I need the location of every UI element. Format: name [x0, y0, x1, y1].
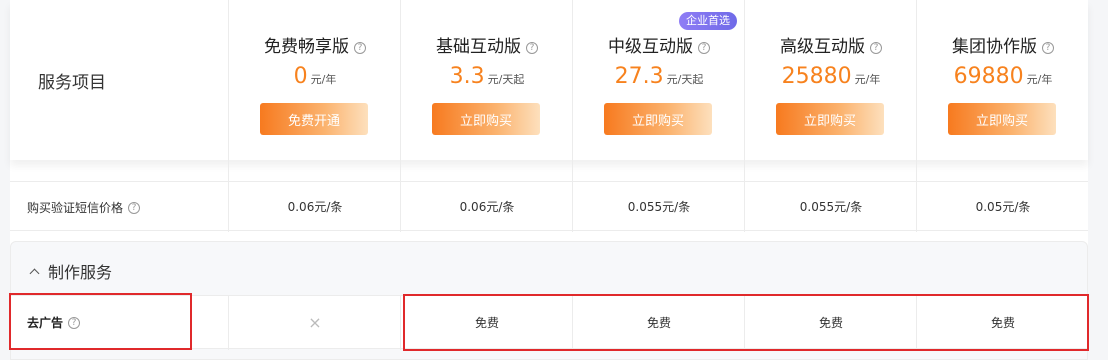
plan-free: 免费畅享版? 0 元/年 免费开通 — [229, 0, 401, 160]
plan-price-unit: 元/年 — [1026, 73, 1053, 86]
table-cell: 0.06元/条 — [287, 200, 343, 214]
column-divider — [572, 160, 573, 181]
plan-price-unit: 元/天起 — [487, 73, 525, 86]
plan-intermediate: 企业首选 中级互动版? 27.3 元/天起 立即购买 — [573, 0, 745, 160]
plan-basic: 基础互动版? 3.3 元/天起 立即购买 — [401, 0, 573, 160]
column-divider — [744, 160, 745, 181]
chevron-up-icon — [29, 268, 40, 279]
service-items-label: 服务项目 — [38, 73, 106, 93]
section-toggle[interactable]: 制作服务 — [29, 259, 113, 283]
column-divider — [228, 160, 229, 181]
table-cell: 0.055元/条 — [799, 200, 863, 214]
plan-price: 3.3 — [449, 64, 485, 89]
not-included-icon: × — [308, 313, 322, 332]
plan-price: 0 — [293, 64, 308, 89]
help-icon[interactable]: ? — [354, 42, 366, 54]
table-cell: 0.06元/条 — [459, 200, 515, 214]
row-label: 购买验证短信价格 — [27, 201, 124, 215]
buy-now-button[interactable]: 立即购买 — [776, 103, 884, 135]
plan-name: 中级互动版 — [608, 37, 693, 57]
help-icon[interactable]: ? — [128, 202, 141, 214]
help-icon[interactable]: ? — [1042, 42, 1054, 54]
table-row: 购买验证短信价格? 0.06元/条 0.06元/条 0.055元/条 0.055… — [10, 181, 1088, 232]
plan-advanced: 高级互动版? 25880 元/年 立即购买 — [745, 0, 917, 160]
help-icon[interactable]: ? — [870, 42, 882, 54]
plan-price: 27.3 — [614, 64, 664, 89]
buy-now-button[interactable]: 立即购买 — [604, 103, 712, 135]
help-icon[interactable]: ? — [698, 42, 710, 54]
highlight-box — [9, 293, 192, 350]
column-divider — [400, 160, 401, 181]
plan-price-unit: 元/年 — [854, 73, 881, 86]
plan-price: 69880 — [953, 64, 1024, 89]
buy-now-button[interactable]: 立即购买 — [948, 103, 1056, 135]
page-gutter-right — [1088, 0, 1108, 360]
section-title: 制作服务 — [48, 263, 113, 282]
enterprise-choice-badge: 企业首选 — [679, 12, 737, 30]
plan-name: 集团协作版 — [952, 37, 1037, 57]
column-divider — [916, 160, 917, 181]
activate-free-button[interactable]: 免费开通 — [260, 103, 368, 135]
help-icon[interactable]: ? — [526, 42, 538, 54]
plan-price: 25880 — [781, 64, 852, 89]
plan-name: 高级互动版 — [780, 37, 865, 57]
plan-name: 免费畅享版 — [264, 37, 349, 57]
buy-now-button[interactable]: 立即购买 — [432, 103, 540, 135]
highlight-box — [403, 294, 1089, 351]
plan-group: 集团协作版? 69880 元/年 立即购买 — [917, 0, 1089, 160]
plan-price-unit: 元/年 — [310, 73, 337, 86]
plan-name: 基础互动版 — [436, 37, 521, 57]
table-cell: 0.055元/条 — [627, 200, 691, 214]
plan-price-unit: 元/天起 — [666, 73, 704, 86]
plan-header-card: 服务项目 免费畅享版? 0 元/年 免费开通 基础互动版? 3.3 元/天起 立即购… — [10, 0, 1088, 160]
table-cell: 0.05元/条 — [975, 200, 1031, 214]
